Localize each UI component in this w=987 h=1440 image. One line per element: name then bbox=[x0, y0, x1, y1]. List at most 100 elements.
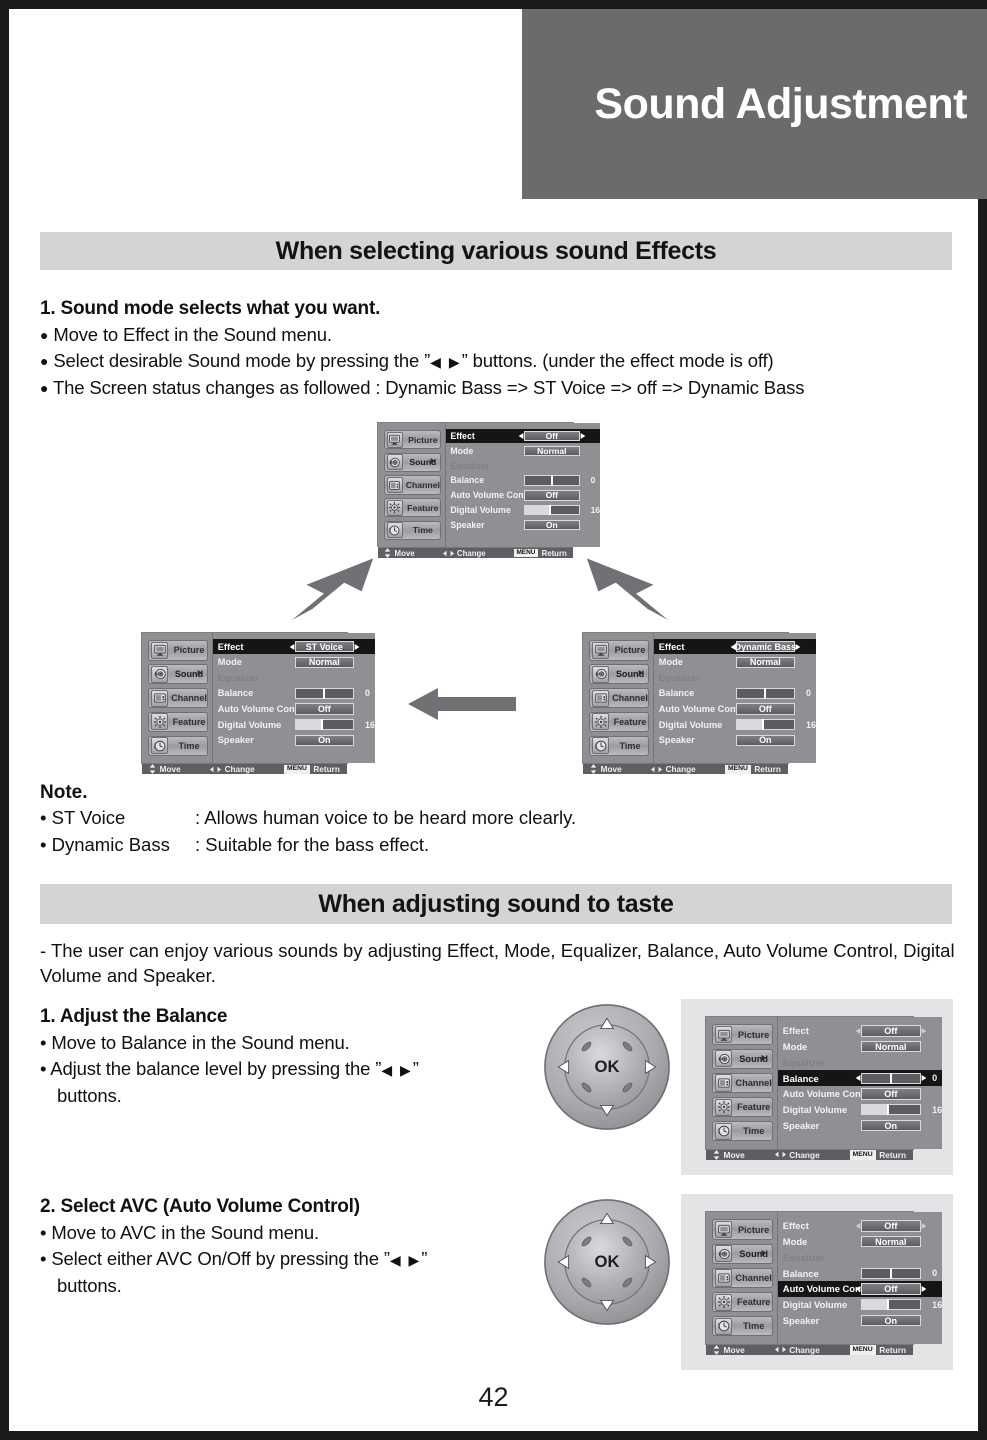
osd-value-speaker[interactable]: On bbox=[523, 519, 580, 531]
osd-slider-digital-volume[interactable] bbox=[861, 1104, 921, 1116]
osd-sidebar-item-picture[interactable]: Picture bbox=[147, 640, 208, 661]
caret-right-icon[interactable] bbox=[580, 432, 586, 440]
osd-row-auto-volume-control[interactable]: Auto Volume Control Off bbox=[654, 701, 816, 717]
dpad-avc[interactable]: OK bbox=[543, 1198, 671, 1326]
caret-right-icon[interactable] bbox=[795, 643, 802, 651]
osd-row-equalizer[interactable]: Equalizer bbox=[778, 1250, 942, 1266]
osd-value-avc[interactable]: Off bbox=[861, 1088, 921, 1100]
osd-row-digital-volume[interactable]: Digital Volume 16 bbox=[654, 717, 816, 733]
osd-slider-digital-volume[interactable] bbox=[861, 1299, 921, 1311]
osd-row-effect[interactable]: Effect ST Voice bbox=[213, 638, 375, 655]
osd-value-avc[interactable]: Off bbox=[861, 1283, 921, 1295]
osd-row-speaker[interactable]: Speaker On bbox=[213, 732, 375, 748]
osd-sidebar-item-channel[interactable]: Channel bbox=[588, 687, 649, 709]
osd-slider-balance[interactable] bbox=[861, 1267, 921, 1279]
osd-row-auto-volume-control[interactable]: Auto Volume Control Off bbox=[778, 1281, 943, 1297]
osd-sidebar-item-feature[interactable]: Feature bbox=[711, 1291, 773, 1313]
osd-sidebar-item-channel[interactable]: Channel bbox=[711, 1267, 773, 1289]
caret-right-icon[interactable] bbox=[921, 1222, 928, 1230]
osd-sidebar-item-time[interactable]: Time bbox=[711, 1315, 773, 1337]
osd-sidebar-item-sound[interactable]: Sound bbox=[711, 1243, 773, 1265]
osd-row-mode[interactable]: Mode Normal bbox=[654, 654, 816, 670]
osd-row-effect[interactable]: Effect Dynamic Bass bbox=[654, 638, 816, 655]
caret-left-icon[interactable] bbox=[854, 1027, 861, 1035]
osd-sidebar-item-picture[interactable]: Picture bbox=[588, 640, 649, 661]
osd-value-speaker[interactable]: On bbox=[861, 1314, 921, 1327]
osd-value-avc[interactable]: Off bbox=[523, 490, 580, 501]
osd-footer-menu-key[interactable]: MENU bbox=[849, 1150, 876, 1160]
osd-row-effect[interactable]: Effect Off bbox=[778, 1023, 942, 1039]
osd-footer-menu-key[interactable]: MENU bbox=[513, 548, 539, 558]
osd-sidebar-item-time[interactable]: Time bbox=[147, 735, 208, 756]
osd-row-balance[interactable]: Balance 0 bbox=[446, 473, 600, 488]
caret-right-icon[interactable] bbox=[354, 643, 361, 651]
osd-value-speaker[interactable]: On bbox=[735, 734, 795, 746]
osd-value-mode[interactable]: Normal bbox=[523, 445, 580, 457]
osd-row-speaker[interactable]: Speaker On bbox=[446, 518, 600, 533]
osd-row-digital-volume[interactable]: Digital Volume 16 bbox=[778, 1102, 942, 1118]
osd-sidebar-item-picture[interactable]: Picture bbox=[383, 430, 441, 450]
caret-right-icon[interactable] bbox=[921, 1074, 928, 1082]
osd-row-digital-volume[interactable]: Digital Volume 16 bbox=[213, 717, 375, 733]
osd-row-effect[interactable]: Effect Off bbox=[778, 1218, 942, 1234]
osd-footer-menu-key[interactable]: MENU bbox=[284, 764, 310, 774]
caret-left-icon[interactable] bbox=[854, 1222, 861, 1230]
osd-value-avc[interactable]: Off bbox=[294, 703, 354, 715]
osd-slider-balance[interactable] bbox=[861, 1072, 921, 1084]
osd-sidebar-item-feature[interactable]: Feature bbox=[147, 711, 208, 733]
osd-sidebar-item-sound[interactable]: Sound bbox=[711, 1048, 773, 1070]
osd-footer-menu-key[interactable]: MENU bbox=[725, 764, 751, 774]
osd-slider-digital-volume[interactable] bbox=[523, 504, 580, 516]
osd-row-mode[interactable]: Mode Normal bbox=[446, 443, 600, 458]
osd-row-auto-volume-control[interactable]: Auto Volume Control Off bbox=[213, 701, 375, 717]
osd-row-speaker[interactable]: Speaker On bbox=[654, 732, 816, 748]
osd-value-speaker[interactable]: On bbox=[294, 734, 354, 746]
osd-value-effect[interactable]: Dynamic Bass bbox=[735, 641, 796, 653]
osd-row-auto-volume-control[interactable]: Auto Volume Control Off bbox=[778, 1086, 942, 1102]
osd-row-equalizer[interactable]: Equalizer bbox=[213, 670, 375, 686]
osd-row-balance[interactable]: Balance 0 bbox=[778, 1265, 942, 1281]
osd-sidebar-item-picture[interactable]: Picture bbox=[711, 1219, 773, 1240]
osd-slider-balance[interactable] bbox=[735, 687, 795, 699]
osd-row-mode[interactable]: Mode Normal bbox=[213, 654, 375, 670]
osd-value-effect[interactable]: ST Voice bbox=[294, 641, 354, 653]
osd-row-balance[interactable]: Balance 0 bbox=[778, 1070, 943, 1087]
osd-sidebar-item-channel[interactable]: Channel bbox=[147, 687, 208, 709]
osd-sidebar-item-time[interactable]: Time bbox=[588, 735, 649, 756]
osd-footer-menu-key[interactable]: MENU bbox=[849, 1345, 876, 1355]
osd-slider-digital-volume[interactable] bbox=[294, 718, 354, 731]
osd-value-effect[interactable]: Off bbox=[861, 1220, 921, 1232]
osd-sidebar-item-sound[interactable]: Sound bbox=[588, 664, 649, 685]
osd-sidebar-item-feature[interactable]: Feature bbox=[383, 498, 441, 518]
osd-sidebar-item-time[interactable]: Time bbox=[383, 520, 441, 540]
osd-sidebar-item-feature[interactable]: Feature bbox=[588, 711, 649, 733]
osd-value-mode[interactable]: Normal bbox=[735, 656, 795, 668]
osd-value-mode[interactable]: Normal bbox=[861, 1235, 921, 1248]
osd-sidebar-item-channel[interactable]: Channel bbox=[711, 1072, 773, 1094]
osd-sidebar-item-feature[interactable]: Feature bbox=[711, 1096, 773, 1118]
osd-row-speaker[interactable]: Speaker On bbox=[778, 1313, 942, 1329]
osd-slider-balance[interactable] bbox=[294, 687, 354, 699]
caret-left-icon[interactable] bbox=[288, 643, 295, 651]
osd-row-digital-volume[interactable]: Digital Volume 16 bbox=[446, 503, 600, 518]
osd-row-auto-volume-control[interactable]: Auto Volume Control Off bbox=[446, 488, 600, 503]
osd-sidebar-item-sound[interactable]: Sound bbox=[383, 452, 441, 472]
osd-row-mode[interactable]: Mode Normal bbox=[778, 1039, 942, 1055]
osd-value-avc[interactable]: Off bbox=[735, 703, 795, 715]
osd-sidebar-item-picture[interactable]: Picture bbox=[711, 1024, 773, 1045]
osd-value-mode[interactable]: Normal bbox=[861, 1040, 921, 1053]
osd-value-speaker[interactable]: On bbox=[861, 1119, 921, 1132]
osd-value-effect[interactable]: Off bbox=[523, 430, 580, 442]
osd-sidebar-item-time[interactable]: Time bbox=[711, 1120, 773, 1142]
osd-row-digital-volume[interactable]: Digital Volume 16 bbox=[778, 1297, 942, 1313]
dpad-balance[interactable]: OK bbox=[543, 1003, 671, 1131]
osd-value-mode[interactable]: Normal bbox=[294, 656, 354, 668]
caret-right-icon[interactable] bbox=[921, 1285, 928, 1293]
osd-row-speaker[interactable]: Speaker On bbox=[778, 1118, 942, 1134]
osd-row-equalizer[interactable]: Equalizer bbox=[446, 458, 600, 473]
caret-right-icon[interactable] bbox=[921, 1027, 928, 1035]
osd-row-equalizer[interactable]: Equalizer bbox=[654, 670, 816, 686]
osd-row-balance[interactable]: Balance 0 bbox=[654, 686, 816, 702]
osd-row-equalizer[interactable]: Equalizer bbox=[778, 1055, 942, 1071]
caret-left-icon[interactable] bbox=[854, 1285, 861, 1293]
